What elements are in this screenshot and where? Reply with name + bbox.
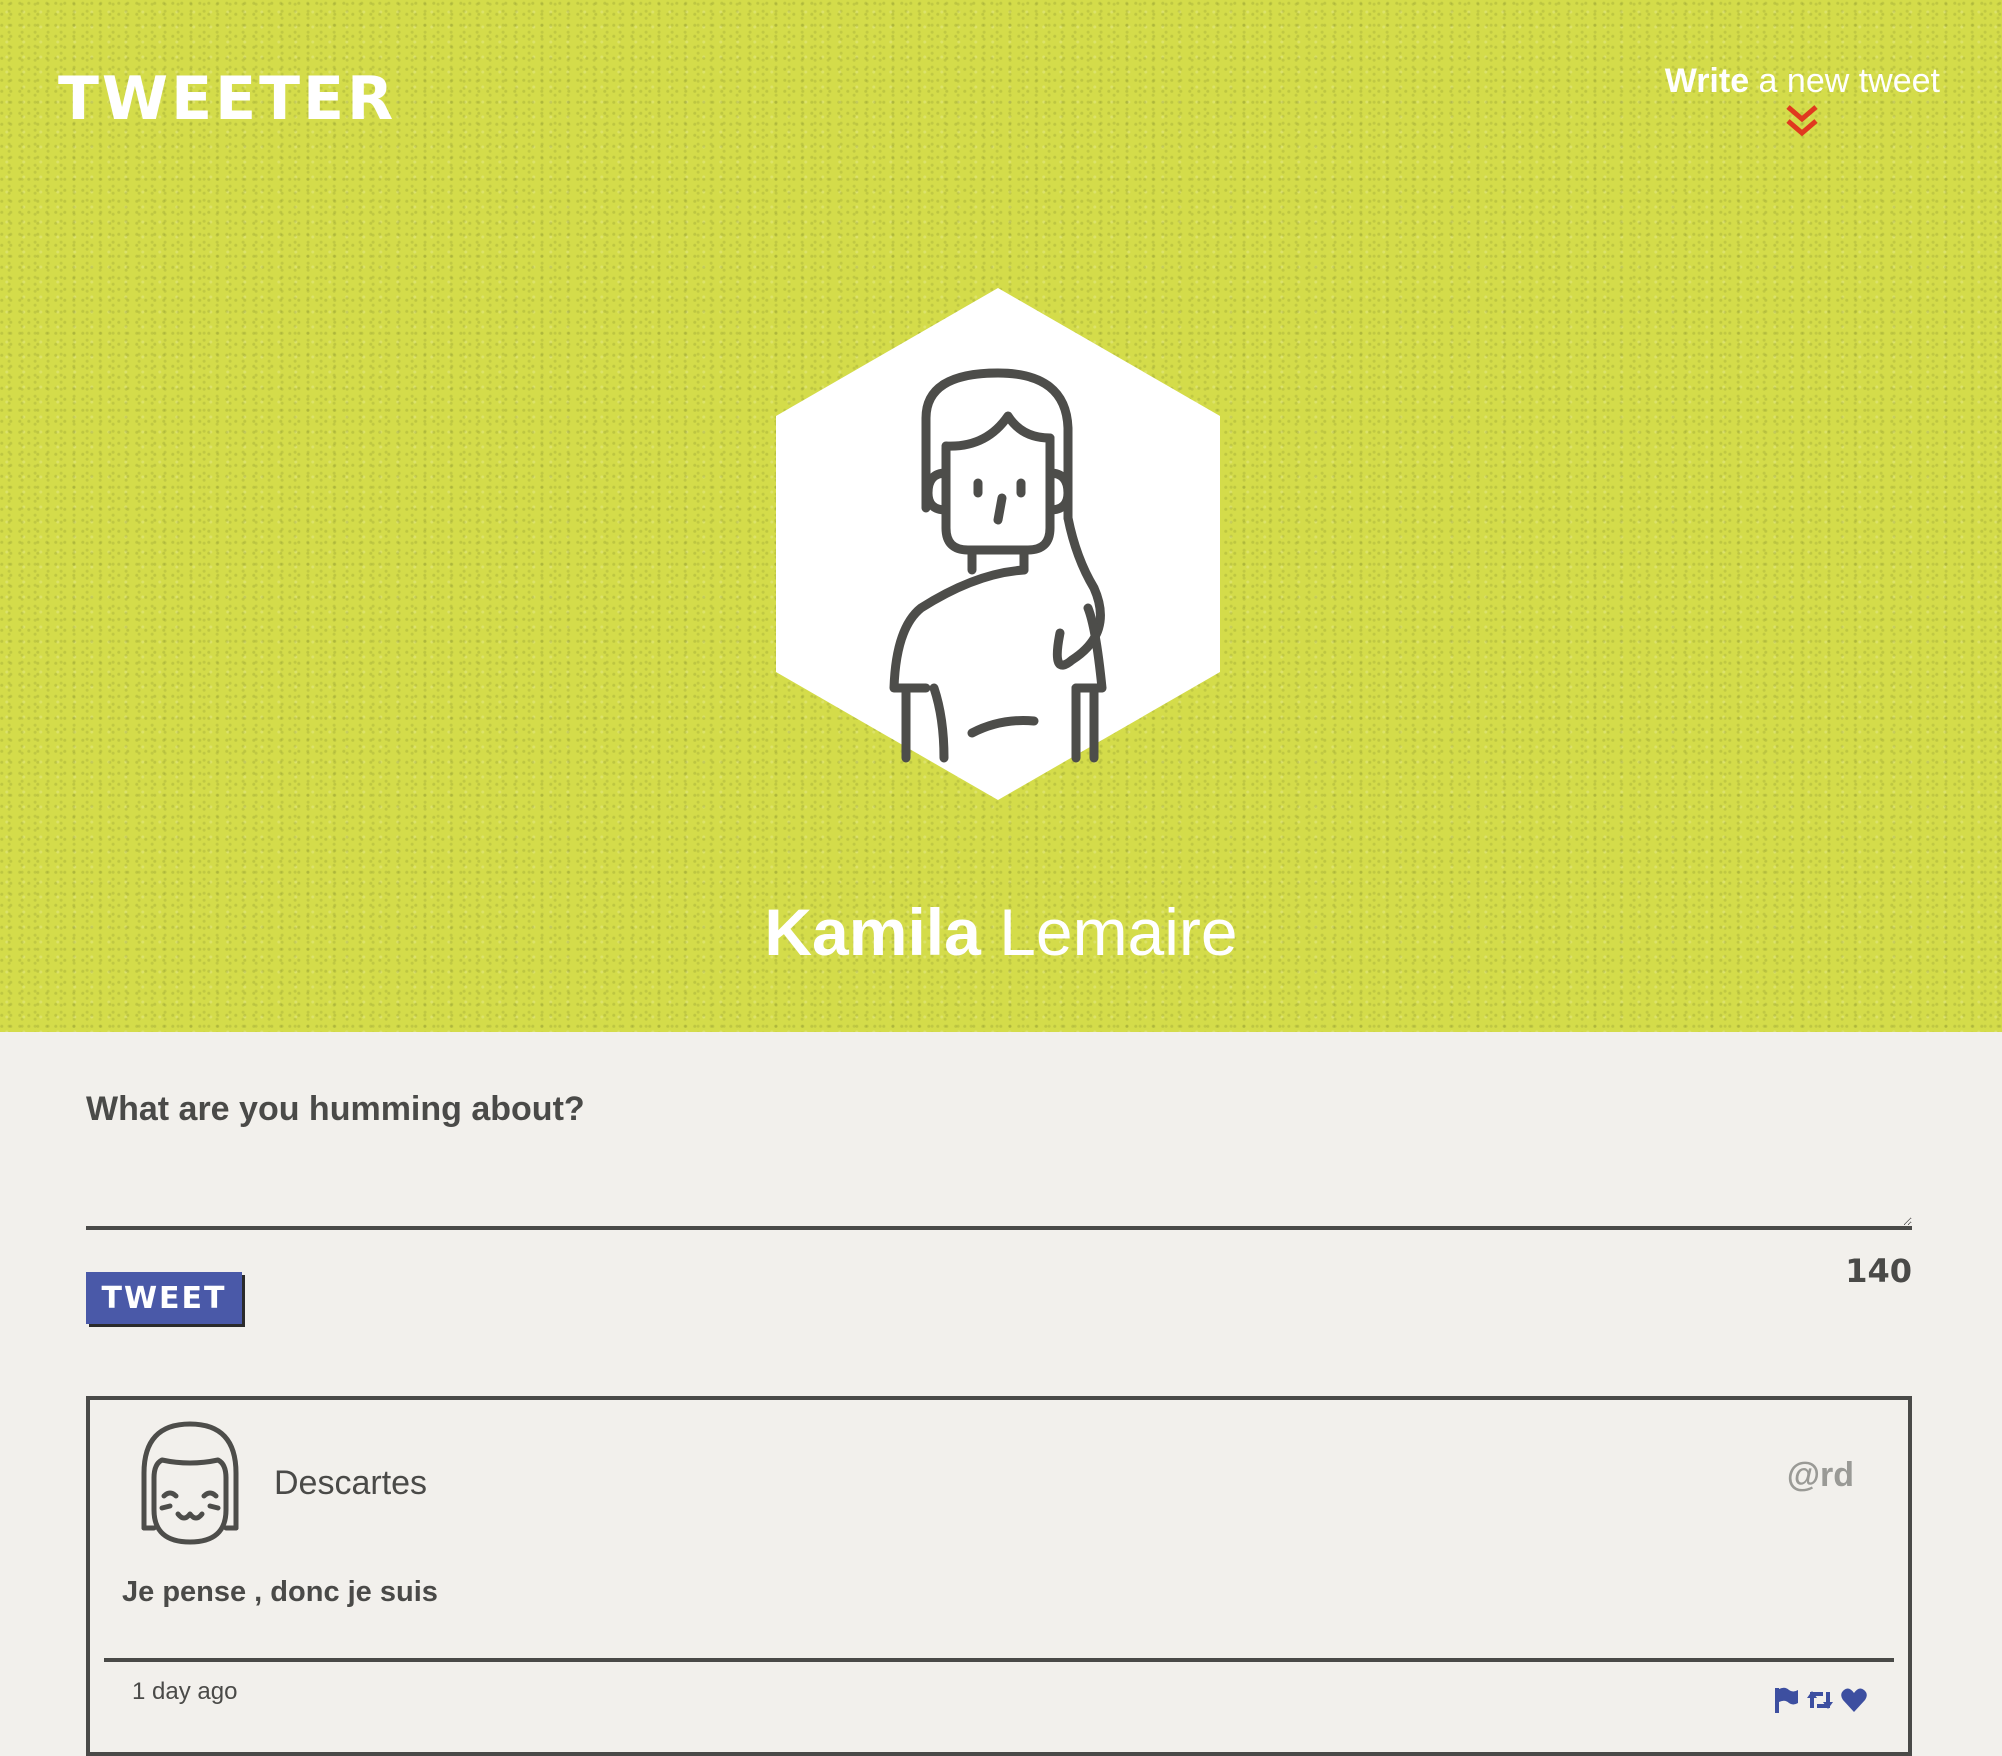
- tweet-actions: [1772, 1686, 1868, 1714]
- profile-header: TWEETER Write a new tweet Kamila Lemaire: [0, 0, 2002, 1032]
- write-new-tweet-toggle[interactable]: Write a new tweet: [1665, 62, 1940, 139]
- profile-avatar: [776, 288, 1220, 800]
- new-tweet-composer: What are you humming about? TWEET 140: [86, 1090, 1912, 1324]
- last-name: Lemaire: [980, 895, 1238, 969]
- tweet-author-handle[interactable]: @rd: [1787, 1456, 1854, 1495]
- double-chevron-down-icon: [1786, 105, 1818, 137]
- compose-toggle-strong: Write: [1664, 62, 1750, 100]
- character-counter: 140: [1845, 1252, 1912, 1290]
- profile-name: Kamila Lemaire: [0, 894, 2002, 970]
- tweet-text: Je pense , donc je suis: [122, 1576, 438, 1608]
- app-logo[interactable]: TWEETER: [58, 64, 396, 134]
- tweet-textarea[interactable]: [86, 1162, 1912, 1230]
- tweet-author-avatar: [141, 1421, 239, 1545]
- tweet-author-name[interactable]: Descartes: [274, 1464, 427, 1503]
- retweet-icon[interactable]: [1806, 1686, 1834, 1714]
- tweet-card: Descartes @rd Je pense , donc je suis 1 …: [86, 1396, 1912, 1756]
- first-name: Kamila: [764, 895, 981, 969]
- tweet-timestamp: 1 day ago: [132, 1678, 238, 1705]
- flag-icon[interactable]: [1772, 1686, 1800, 1714]
- tweet-divider: [104, 1658, 1894, 1662]
- composer-label: What are you humming about?: [86, 1090, 585, 1128]
- heart-icon[interactable]: [1840, 1686, 1868, 1714]
- tweet-submit-button[interactable]: TWEET: [86, 1272, 242, 1324]
- compose-toggle-light: a new tweet: [1749, 62, 1940, 100]
